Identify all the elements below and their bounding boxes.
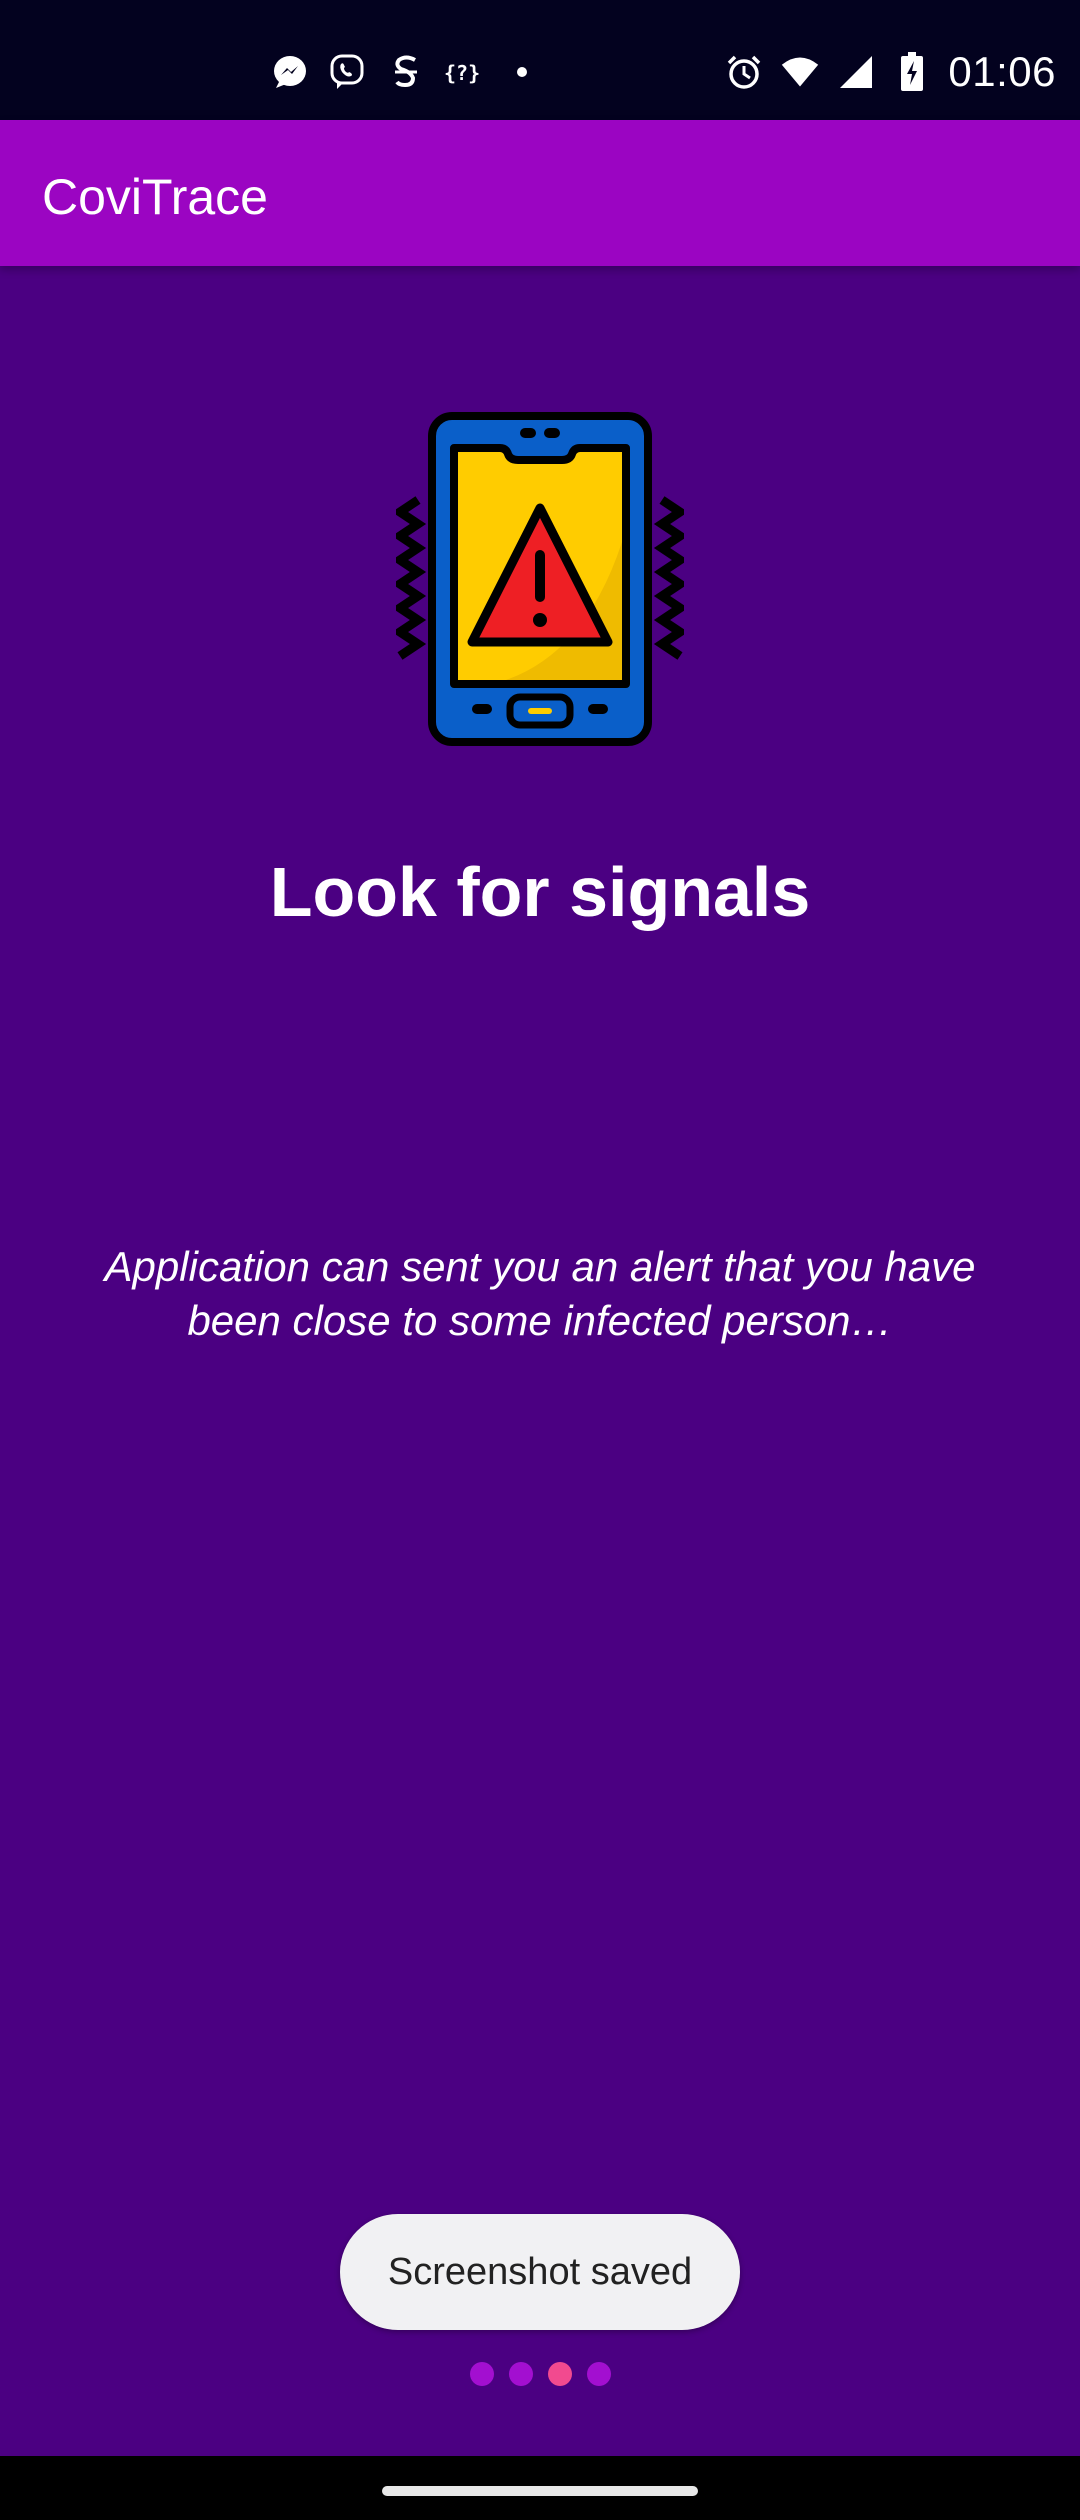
json-icon: {?} [444,52,484,92]
navigation-bar [0,2456,1080,2520]
status-bar: {?} 01:06 [0,0,1080,120]
dot-icon [502,52,542,92]
app-title: CoviTrace [42,169,268,225]
page-indicator-dot-4[interactable] [586,2362,611,2386]
alarm-icon [724,52,764,92]
system-icons: 01:06 [724,44,1056,100]
clock: 01:06 [948,48,1056,95]
svg-text:{?}: {?} [444,61,480,85]
messenger-icon [270,52,310,92]
scribd-icon [386,52,426,92]
viber-icon [328,52,368,92]
app-bar: CoviTrace [0,120,1080,266]
battery-charging-icon [892,52,932,92]
onboarding-headline: Look for signals [269,853,811,931]
notification-icons: {?} [270,48,542,96]
wifi-icon [780,52,820,92]
phone-warning-icon [391,412,689,748]
page-indicator-dot-1[interactable] [469,2362,494,2386]
toast-message: Screenshot saved [340,2214,740,2330]
signal-icon [836,52,876,92]
page-indicator-dot-2[interactable] [508,2362,533,2386]
page-indicator[interactable] [0,2360,1080,2388]
home-gesture-handle[interactable] [382,2486,698,2496]
onboarding-description: Application can sent you an alert that y… [104,1243,976,1344]
page-indicator-dot-3-active[interactable] [547,2362,572,2386]
